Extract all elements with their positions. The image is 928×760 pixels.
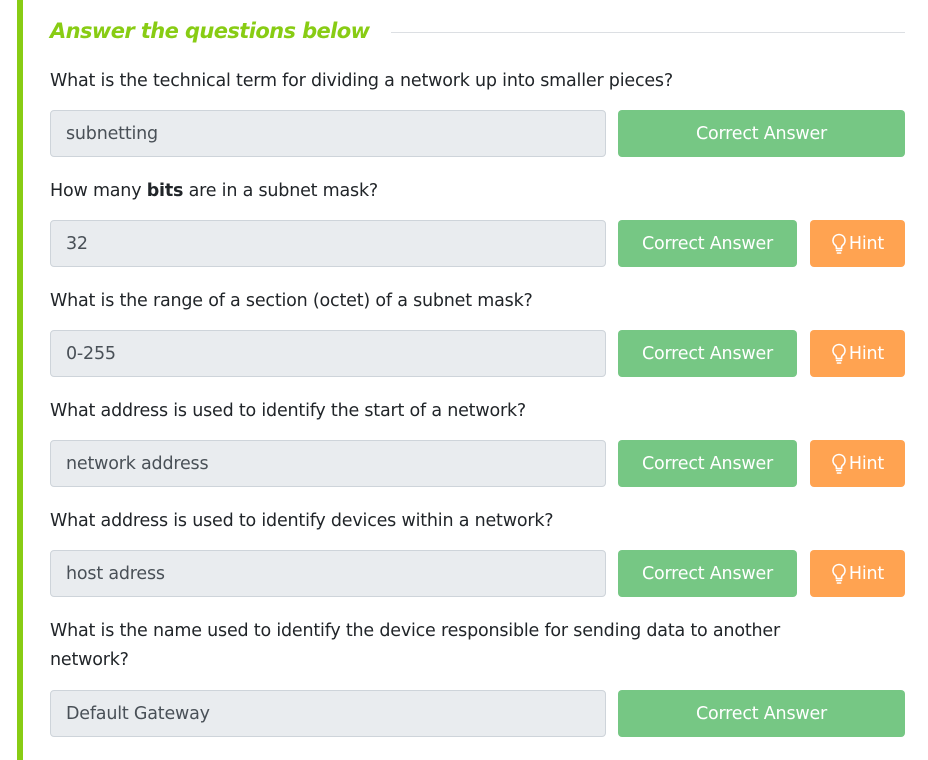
question-text: What is the technical term for dividing …: [50, 71, 673, 91]
answer-input[interactable]: 32: [50, 220, 606, 267]
hint-label: Hint: [848, 563, 885, 584]
question-text: What is the range of a section (octet) o…: [50, 291, 533, 311]
hint-button[interactable]: Hint: [810, 330, 905, 377]
answer-input[interactable]: host adress: [50, 550, 606, 597]
lightbulb-icon: [832, 343, 846, 364]
answer-input[interactable]: Default Gateway: [50, 690, 606, 737]
question-text: What is the name used to identify the de…: [50, 621, 780, 670]
correct-answer-button[interactable]: Correct Answer: [618, 220, 797, 267]
lightbulb-icon: [832, 563, 846, 584]
question-text-bold: bits: [146, 181, 184, 201]
lightbulb-icon: [832, 453, 846, 474]
section-title: Answer the questions below: [50, 19, 370, 43]
correct-answer-button[interactable]: Correct Answer: [618, 440, 797, 487]
answer-row: network address Correct Answer Hint: [50, 440, 905, 487]
header-divider: [391, 31, 905, 33]
answer-row: 32 Correct Answer Hint: [50, 220, 905, 267]
hint-button[interactable]: Hint: [810, 220, 905, 267]
correct-answer-button[interactable]: Correct Answer: [618, 330, 797, 377]
correct-answer-button[interactable]: Correct Answer: [618, 690, 905, 737]
correct-answer-button[interactable]: Correct Answer: [618, 550, 797, 597]
lightbulb-icon: [832, 233, 846, 254]
answer-row: subnetting Correct Answer: [50, 110, 905, 157]
hint-label: Hint: [848, 343, 885, 364]
answer-row: host adress Correct Answer Hint: [50, 550, 905, 597]
hint-label: Hint: [848, 233, 885, 254]
answer-row: 0-255 Correct Answer Hint: [50, 330, 905, 377]
answer-input[interactable]: subnetting: [50, 110, 606, 157]
task-accent-bar: [17, 0, 23, 760]
answer-row: Default Gateway Correct Answer: [50, 690, 905, 737]
question-text: What address is used to identify the sta…: [50, 401, 526, 421]
hint-button[interactable]: Hint: [810, 440, 905, 487]
question-text: How many bits are in a subnet mask?: [50, 177, 860, 206]
question-text: What address is used to identify devices…: [50, 511, 554, 531]
section-header: Answer the questions below: [50, 16, 905, 46]
answer-input[interactable]: network address: [50, 440, 606, 487]
hint-label: Hint: [848, 453, 885, 474]
question-text-start: How many: [50, 181, 147, 201]
answer-input[interactable]: 0-255: [50, 330, 606, 377]
correct-answer-button[interactable]: Correct Answer: [618, 110, 905, 157]
hint-button[interactable]: Hint: [810, 550, 905, 597]
question-text-end: are in a subnet mask?: [183, 181, 379, 201]
